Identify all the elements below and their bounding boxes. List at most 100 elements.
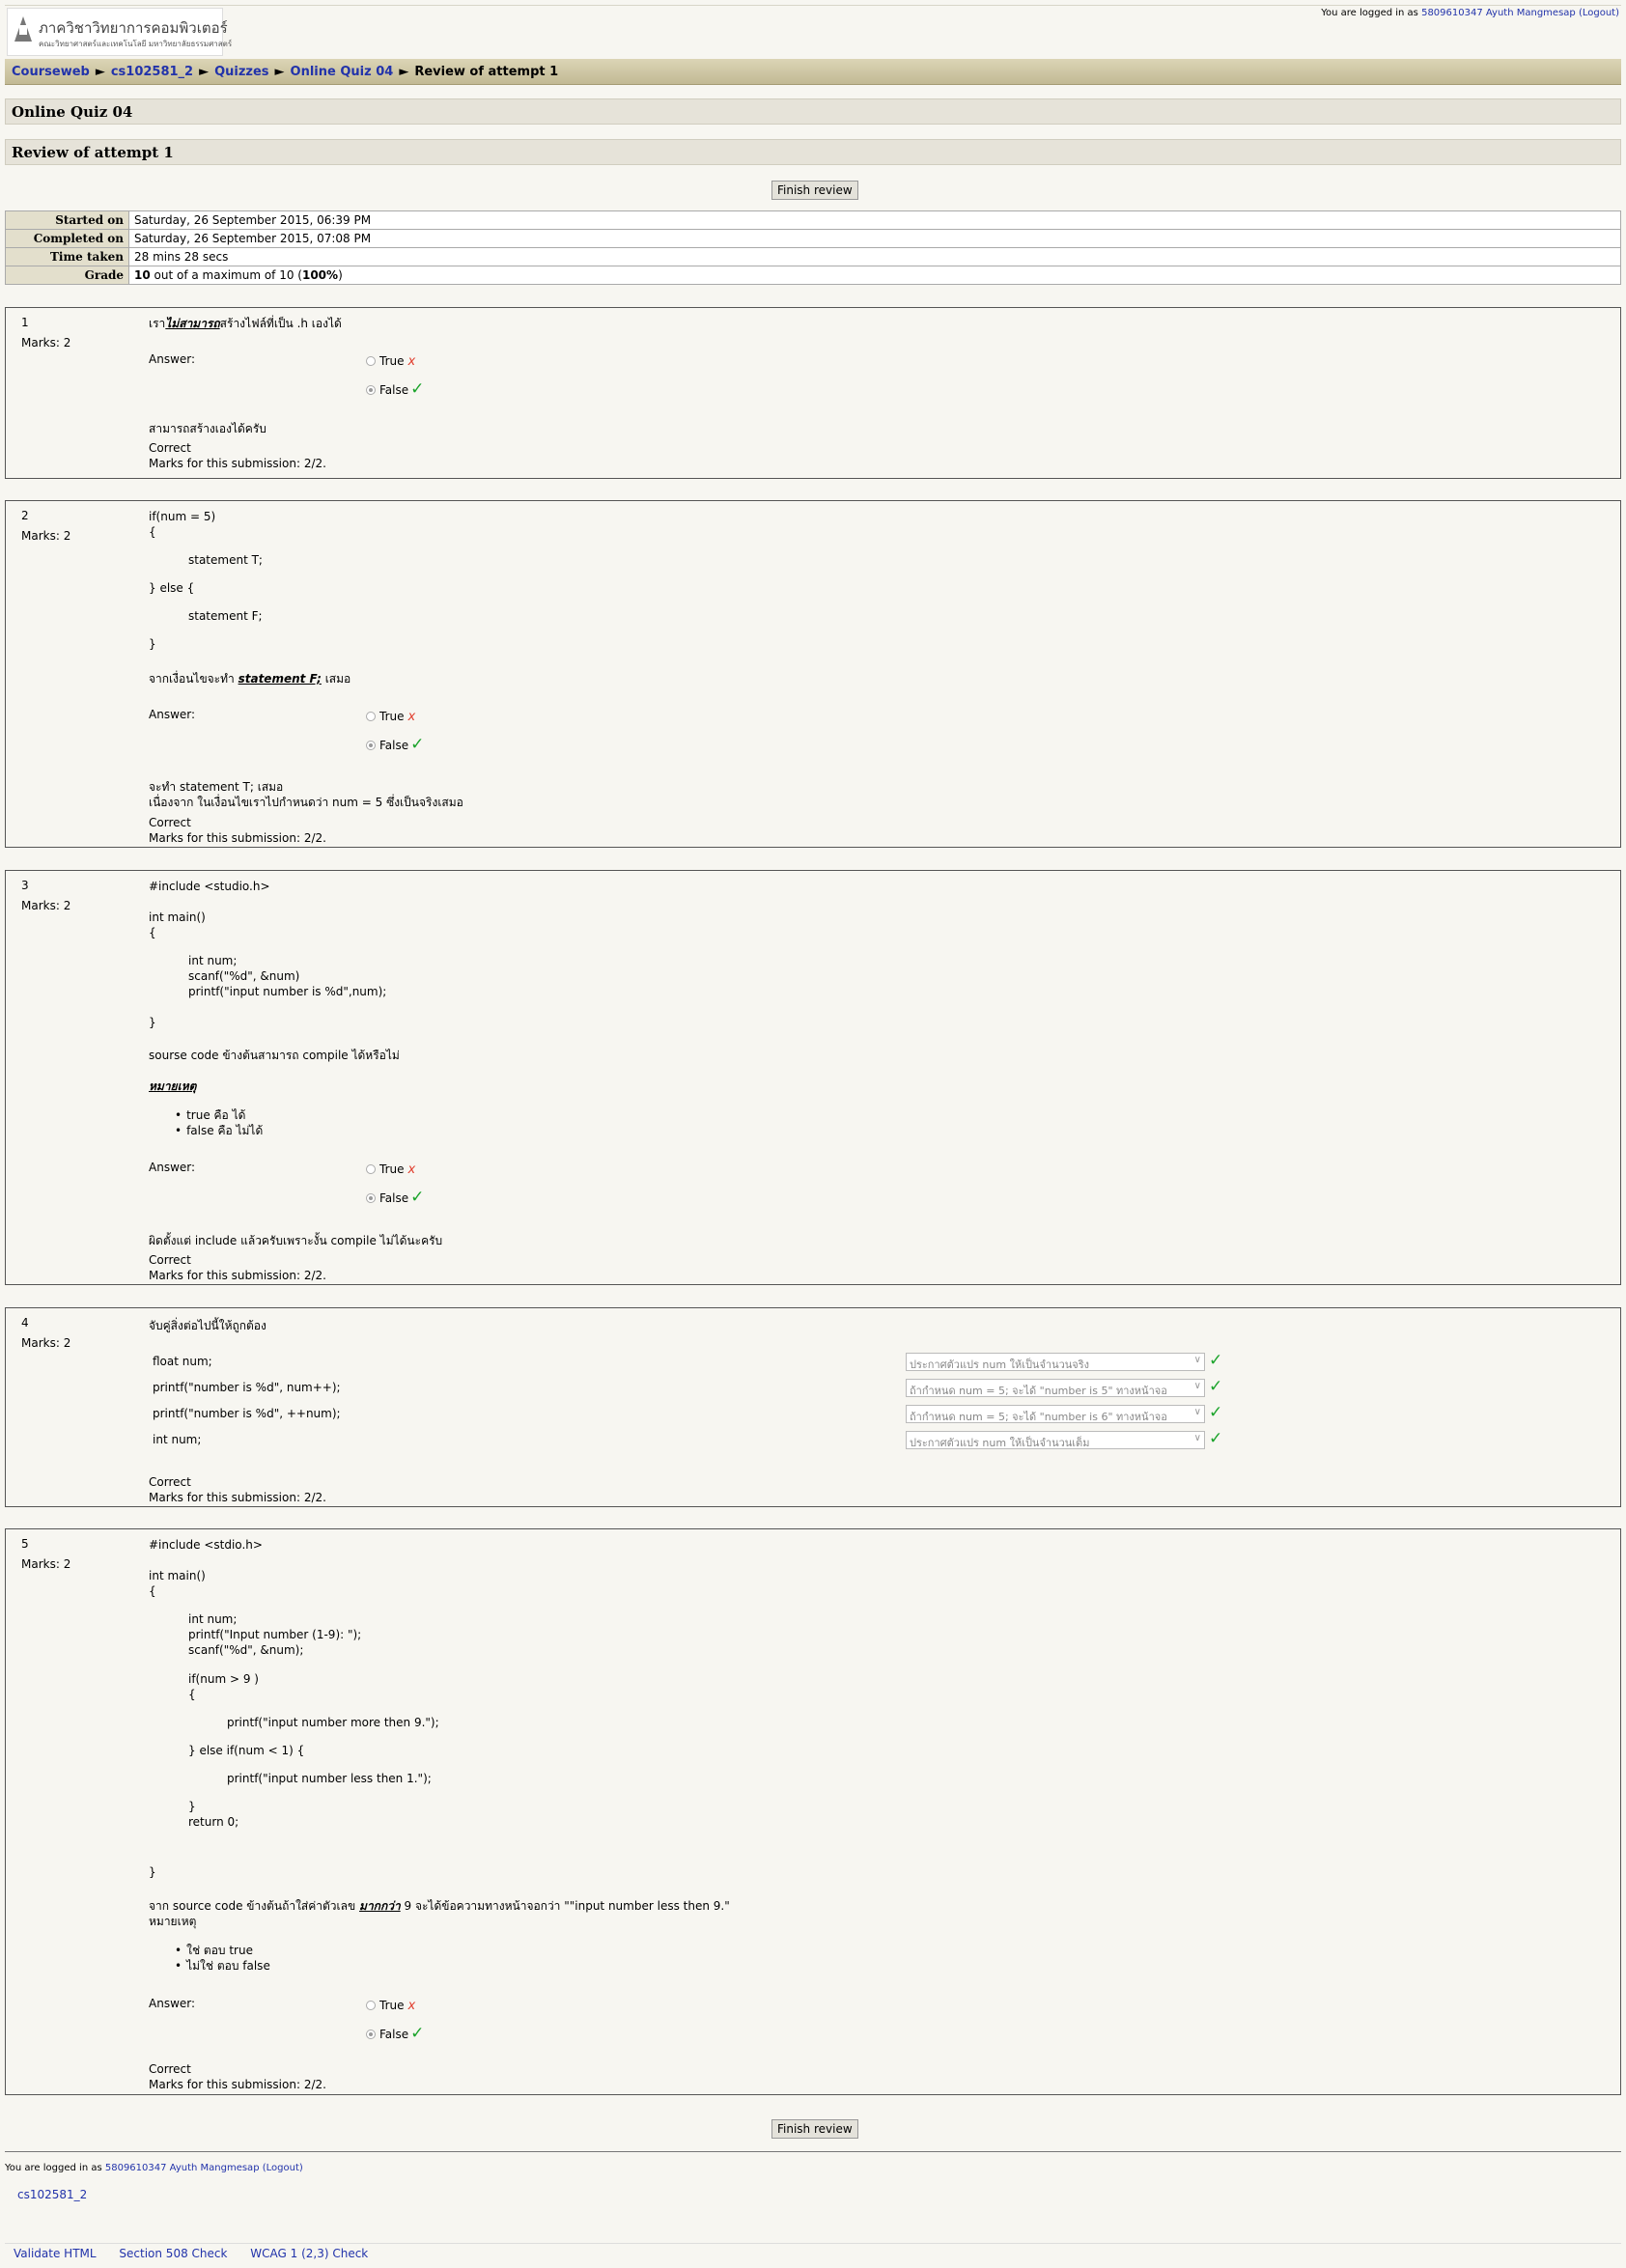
logout-link[interactable]: (Logout) xyxy=(263,2163,303,2173)
option-label: True xyxy=(379,1162,405,1176)
code-line: #include <studio.h> xyxy=(149,880,270,893)
question-info: 1 Marks: 2 xyxy=(21,314,70,351)
code-line: int num; xyxy=(188,1612,238,1626)
radio-true[interactable] xyxy=(366,356,376,366)
breadcrumb-quizzes[interactable]: Quizzes xyxy=(214,65,268,79)
completed-value: Saturday, 26 September 2015, 07:08 PM xyxy=(128,229,1621,248)
radio-true[interactable] xyxy=(366,1164,376,1174)
match-select[interactable]: ถ้ากำหนด num = 5; จะได้ "number is 5" ทา… xyxy=(906,1379,1205,1397)
radio-false[interactable] xyxy=(366,385,376,395)
question-2: 2 Marks: 2 if(num = 5) { statement T; } … xyxy=(5,500,1621,848)
question-emphasis: statement F; xyxy=(238,672,322,686)
option-label: True xyxy=(379,1999,405,2012)
answer-label: Answer: xyxy=(149,708,196,721)
finish-review-button[interactable]: Finish review xyxy=(771,181,858,200)
correct-check-icon: ✓ xyxy=(410,735,425,754)
radio-true[interactable] xyxy=(366,2001,376,2010)
option-label: False xyxy=(379,1191,409,1205)
breadcrumb-quiz[interactable]: Online Quiz 04 xyxy=(291,65,394,79)
validate-html-link[interactable]: Validate HTML xyxy=(14,2247,97,2260)
logout-link[interactable]: (Logout) xyxy=(1579,8,1619,18)
marks-submission: Marks for this submission: 2/2. xyxy=(149,2078,326,2091)
review-title: Review of attempt 1 xyxy=(5,139,1621,165)
code-line: } xyxy=(188,1800,196,1813)
question-info: 2 Marks: 2 xyxy=(21,507,70,545)
match-row: printf("number is %d", ++num); ถ้ากำหนด … xyxy=(153,1403,1222,1426)
code-line: { xyxy=(149,926,156,939)
question-marks: Marks: 2 xyxy=(21,1557,71,1571)
question-text-part: 9 จะได้ข้อความทางหน้าจอกว่า ""input numb… xyxy=(400,1899,730,1913)
radio-false[interactable] xyxy=(366,2030,376,2039)
answer-false[interactable]: False ✓ xyxy=(366,735,424,754)
question-marks: Marks: 2 xyxy=(21,899,71,912)
list-item: true คือ ได้ xyxy=(175,1107,263,1123)
course-home-link[interactable]: cs102581_2 xyxy=(17,2188,87,2201)
code-line: { xyxy=(188,1688,196,1701)
answer-false[interactable]: False ✓ xyxy=(366,379,424,399)
marks-submission: Marks for this submission: 2/2. xyxy=(149,1491,326,1504)
answer-true[interactable]: True x xyxy=(366,1999,415,2013)
code-line: int num; xyxy=(188,954,238,967)
section-508-link[interactable]: Section 508 Check xyxy=(119,2247,227,2260)
list-item: ใช่ ตอบ true xyxy=(175,1943,270,1958)
incorrect-icon: x xyxy=(407,710,416,724)
option-label: False xyxy=(379,2028,409,2041)
university-emblem-icon xyxy=(14,16,32,42)
wcag-check-link[interactable]: WCAG 1 (2,3) Check xyxy=(250,2247,368,2260)
navigation-bar: Courseweb ► cs102581_2 ► Quizzes ► Online Quiz… xyxy=(5,59,1621,85)
question-3: 3 Marks: 2 #include <studio.h> int main(… xyxy=(5,870,1621,1285)
login-info: You are logged in as 5809610347 Ayuth Ma… xyxy=(1321,8,1619,18)
answer-true[interactable]: True x xyxy=(366,710,415,724)
answer-true[interactable]: True x xyxy=(366,1162,415,1177)
answer-label: Answer: xyxy=(149,1161,196,1174)
grading-status: Correct xyxy=(149,1475,191,1489)
grade-value: 10 out of a maximum of 10 (100%) xyxy=(128,266,1621,285)
match-row: printf("number is %d", num++); ถ้ากำหนด … xyxy=(153,1377,1222,1400)
radio-false[interactable] xyxy=(366,741,376,750)
list-item: false คือ ไม่ได้ xyxy=(175,1123,263,1138)
finish-review-button-bottom[interactable]: Finish review xyxy=(771,2119,858,2139)
code-line: scanf("%d", &num); xyxy=(188,1643,304,1657)
answer-true[interactable]: True x xyxy=(366,354,415,369)
time-value: 28 mins 28 secs xyxy=(128,247,1621,266)
question-number: 2 xyxy=(21,509,29,522)
question-text-part: จาก source code ข้างต้นถ้าใส่ค่าตัวเลข xyxy=(149,1899,360,1913)
code-line: int main() xyxy=(149,1569,206,1582)
incorrect-icon: x xyxy=(407,1999,416,2013)
breadcrumb-courseweb[interactable]: Courseweb xyxy=(12,65,90,79)
grading-status: Correct xyxy=(149,1253,191,1267)
user-profile-link[interactable]: 5809610347 Ayuth Mangmesap xyxy=(1421,8,1576,18)
question-text-part: เสมอ xyxy=(321,672,351,686)
feedback-text: สามารถสร้างเองได้ครับ xyxy=(149,422,266,435)
answer-false[interactable]: False ✓ xyxy=(366,2024,424,2043)
code-line: } else if(num < 1) { xyxy=(188,1744,305,1757)
radio-true[interactable] xyxy=(366,712,376,721)
match-select[interactable]: ถ้ากำหนด num = 5; จะได้ "number is 6" ทา… xyxy=(906,1405,1205,1423)
correct-check-icon: ✓ xyxy=(410,2024,425,2043)
match-select[interactable]: ประกาศตัวแปร num ให้เป็นจำนวนเต็ม xyxy=(906,1431,1205,1449)
completed-label: Completed on xyxy=(5,229,129,248)
answer-label: Answer: xyxy=(149,352,196,366)
breadcrumb-course[interactable]: cs102581_2 xyxy=(111,65,193,79)
code-line: return 0; xyxy=(188,1815,239,1829)
match-select[interactable]: ประกาศตัวแปร num ให้เป็นจำนวนจริง xyxy=(906,1353,1205,1371)
code-line: } xyxy=(149,1016,156,1029)
answer-label: Answer: xyxy=(149,1997,196,2010)
question-info: 5 Marks: 2 xyxy=(21,1535,70,1573)
incorrect-icon: x xyxy=(407,354,416,369)
marks-submission: Marks for this submission: 2/2. xyxy=(149,1269,326,1282)
code-line: statement T; xyxy=(188,553,263,567)
code-line: printf("input number less then 1."); xyxy=(227,1772,432,1785)
site-logo[interactable]: ภาควิชาวิทยาการคอมพิวเตอร์ คณะวิทยาศาสตร… xyxy=(7,8,232,56)
started-label: Started on xyxy=(5,210,129,230)
correct-check-icon: ✓ xyxy=(410,379,425,399)
radio-false[interactable] xyxy=(366,1193,376,1203)
code-line: if(num > 9 ) xyxy=(188,1672,259,1686)
option-label: True xyxy=(379,710,405,723)
note-heading: หมายเหตุ xyxy=(149,1915,197,1928)
incorrect-icon: x xyxy=(407,1162,416,1177)
question-number: 3 xyxy=(21,879,29,892)
match-stem: float num; xyxy=(153,1355,212,1368)
answer-false[interactable]: False ✓ xyxy=(366,1188,424,1207)
user-profile-link[interactable]: 5809610347 Ayuth Mangmesap xyxy=(105,2163,260,2173)
